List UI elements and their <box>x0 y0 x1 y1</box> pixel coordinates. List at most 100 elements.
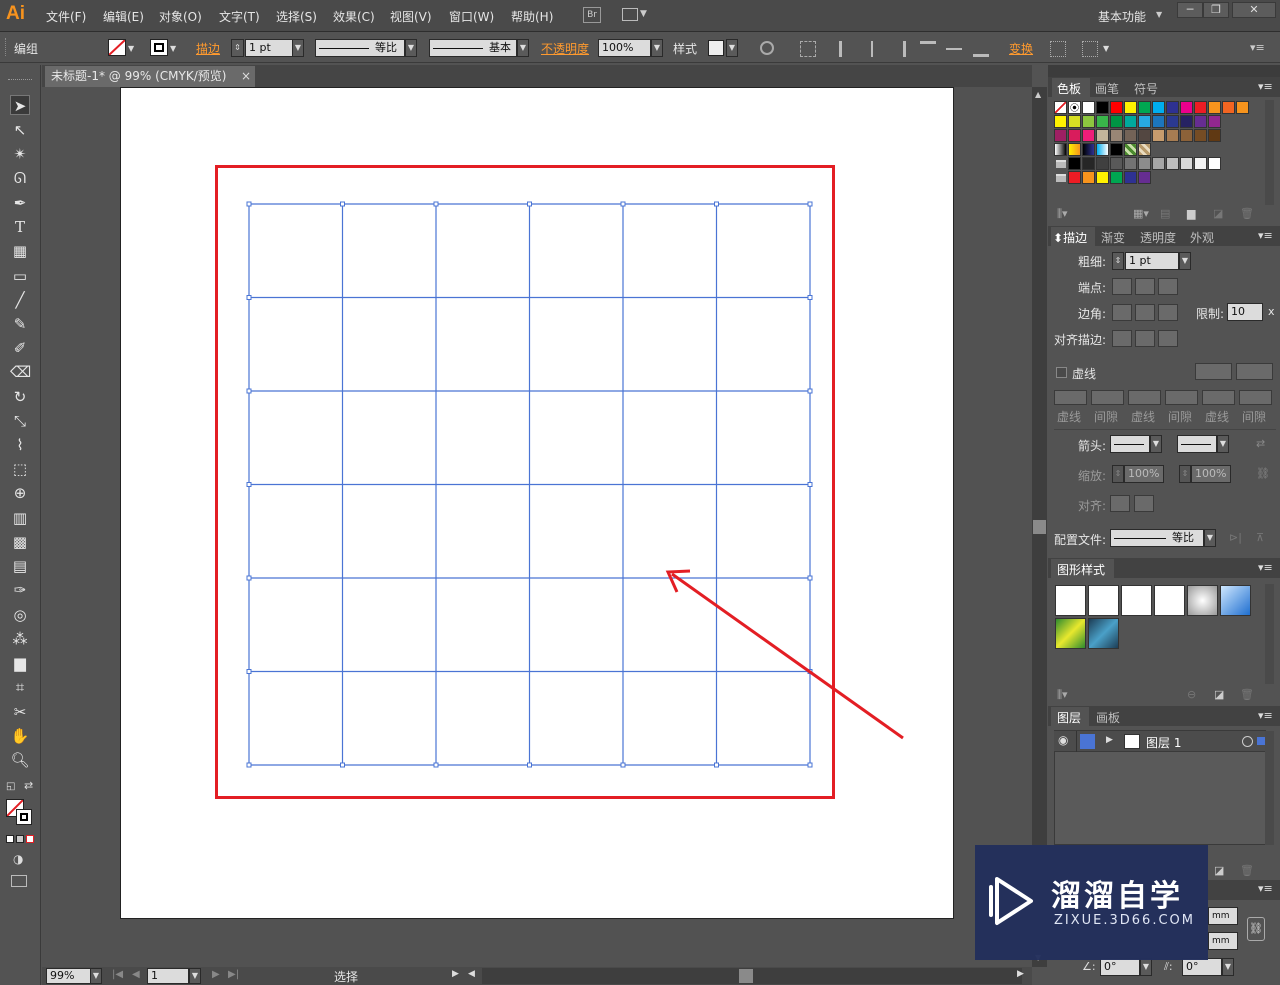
tab-graphic-styles[interactable]: 图形样式 <box>1057 561 1105 578</box>
swap-arrowheads-icon[interactable]: ⇄ <box>1256 437 1265 450</box>
color-swatch[interactable] <box>1054 115 1067 128</box>
vertical-scrollbar[interactable]: ▲ ▼ <box>1032 87 1047 967</box>
dashed-line-checkbox[interactable] <box>1056 367 1067 378</box>
scale-end-stepper[interactable]: ⇕ <box>1179 465 1191 483</box>
color-swatch[interactable] <box>1110 101 1123 114</box>
color-group-folder-icon[interactable] <box>1056 174 1066 182</box>
projecting-cap-icon[interactable] <box>1158 278 1178 295</box>
align-stroke-outside-icon[interactable] <box>1158 330 1178 347</box>
chevron-down-icon[interactable]: ▼ <box>1179 252 1191 270</box>
color-swatch[interactable] <box>1180 129 1193 142</box>
gradient-swatch[interactable] <box>1096 143 1109 156</box>
variable-width-profile[interactable]: 等比 <box>315 39 405 57</box>
color-swatch[interactable] <box>1208 115 1221 128</box>
next-artboard-icon[interactable]: ▶ <box>212 969 220 980</box>
limit-input[interactable]: 10 <box>1227 303 1263 321</box>
zoom-tool-icon[interactable]: 🔍︎ <box>10 750 30 770</box>
color-swatch[interactable] <box>1208 129 1221 142</box>
chevron-down-icon[interactable]: ▼ <box>128 44 134 53</box>
swatch-none[interactable] <box>1054 101 1067 114</box>
draw-mode-icon[interactable]: ◑ <box>13 852 23 866</box>
color-swatch[interactable] <box>1110 171 1123 184</box>
transform-link[interactable]: 变换 <box>1009 40 1033 57</box>
gradient-swatch[interactable] <box>1068 143 1081 156</box>
tab-appearance[interactable]: 外观 <box>1190 229 1214 246</box>
menu-edit[interactable]: 编辑(E) <box>103 8 144 25</box>
gap-input[interactable] <box>1239 390 1272 405</box>
lasso-tool-icon[interactable]: ᘏ <box>10 168 30 188</box>
restore-button[interactable]: ❐ <box>1203 2 1229 18</box>
color-swatch[interactable] <box>1138 157 1151 170</box>
pen-tool-icon[interactable]: ✒ <box>10 193 30 213</box>
width-unit-field[interactable]: mm <box>1208 907 1238 925</box>
color-swatch[interactable] <box>1166 129 1179 142</box>
rotate-angle-input[interactable]: 0° <box>1100 958 1140 976</box>
chevron-down-icon[interactable]: ▼ <box>90 968 102 984</box>
color-swatch[interactable] <box>1138 115 1151 128</box>
direct-selection-tool-icon[interactable]: ↖ <box>10 120 30 140</box>
stroke-weight-input[interactable]: 1 pt <box>245 39 293 57</box>
line-segment-tool-icon[interactable]: ▦ <box>10 241 30 261</box>
artboard-tool-icon[interactable]: ⌗ <box>10 677 30 697</box>
chevron-down-icon[interactable]: ▼ <box>640 9 647 19</box>
align-middle-icon[interactable] <box>946 41 962 57</box>
color-swatch[interactable] <box>1110 143 1123 156</box>
symbol-sprayer-tool-icon[interactable]: ⁂ <box>10 629 30 649</box>
eyedropper-tool-icon[interactable]: ✑ <box>10 580 30 600</box>
chevron-down-icon[interactable]: ▼ <box>189 968 201 984</box>
scale-start-stepper[interactable]: ⇕ <box>1112 465 1124 483</box>
gap-input[interactable] <box>1091 390 1124 405</box>
color-swatch[interactable] <box>1152 157 1165 170</box>
zoom-level-input[interactable]: 99% <box>46 968 91 984</box>
align-dash-corners-icon[interactable] <box>1236 363 1273 380</box>
stroke-swatch[interactable] <box>150 39 168 56</box>
chevron-down-icon[interactable]: ▼ <box>405 39 417 57</box>
tab-symbols[interactable]: 符号 <box>1134 80 1158 97</box>
tab-gradient[interactable]: 渐变 <box>1101 229 1125 246</box>
align-left-icon[interactable] <box>839 41 855 57</box>
chevron-down-icon[interactable]: ▼ <box>1222 958 1234 976</box>
color-swatch[interactable] <box>1082 129 1095 142</box>
graphic-style-default[interactable] <box>1055 585 1086 616</box>
align-to-selection-icon[interactable] <box>800 41 816 57</box>
graphic-style-blue-texture[interactable] <box>1088 618 1119 649</box>
scale-end-input[interactable]: 100% <box>1191 465 1231 483</box>
blob-brush-tool-icon[interactable]: ✐ <box>10 338 30 358</box>
shape-builder-tool-icon[interactable]: ⊕ <box>10 483 30 503</box>
column-graph-tool-icon[interactable]: ▆ <box>10 653 30 673</box>
menu-view[interactable]: 视图(V) <box>390 8 432 25</box>
graphic-style-shadow[interactable] <box>1187 585 1218 616</box>
color-swatch[interactable] <box>1152 101 1165 114</box>
butt-cap-icon[interactable] <box>1112 278 1132 295</box>
color-swatch[interactable] <box>1124 171 1137 184</box>
swap-fill-stroke-icon[interactable]: ⇄ <box>24 779 33 792</box>
opacity-link[interactable]: 不透明度 <box>541 40 589 57</box>
graphic-style-swatch[interactable] <box>708 40 724 56</box>
brush-definition[interactable]: 基本 <box>429 39 517 57</box>
hand-tool-icon[interactable]: ✋ <box>10 726 30 746</box>
pattern-swatch[interactable] <box>1124 143 1137 156</box>
stroke-weight-stepper[interactable]: ⇕ <box>231 39 244 57</box>
color-swatch[interactable] <box>1166 157 1179 170</box>
gradient-swatch[interactable] <box>1082 143 1095 156</box>
artboard-number-input[interactable]: 1 <box>147 968 189 984</box>
perspective-grid-tool-icon[interactable]: ▥ <box>10 508 30 528</box>
slice-tool-icon[interactable]: ✂ <box>10 702 30 722</box>
color-group-folder-icon[interactable] <box>1056 160 1066 168</box>
color-swatch[interactable] <box>1180 101 1193 114</box>
new-layer-icon[interactable]: ◪ <box>1214 864 1224 877</box>
graphic-style-green-texture[interactable] <box>1055 618 1086 649</box>
chevron-down-icon[interactable]: ▼ <box>292 39 304 57</box>
scale-tool-icon[interactable]: ⤡ <box>10 411 30 431</box>
end-arrowhead-select[interactable] <box>1177 435 1217 453</box>
color-swatch[interactable] <box>1124 101 1137 114</box>
menu-effect[interactable]: 效果(C) <box>333 8 375 25</box>
workspace-switcher[interactable]: 基本功能 <box>1098 8 1146 25</box>
expand-triangle-icon[interactable]: ▶ <box>1106 735 1113 745</box>
color-swatch[interactable] <box>1096 129 1109 142</box>
color-swatch[interactable] <box>1082 115 1095 128</box>
scroll-right-arrow-icon[interactable]: ▶ <box>1017 969 1024 979</box>
flip-across-icon[interactable]: ⊼ <box>1256 531 1264 544</box>
chevron-down-icon[interactable]: ▼ <box>1103 44 1109 53</box>
tab-stroke[interactable]: ⬍描边 <box>1053 229 1087 246</box>
